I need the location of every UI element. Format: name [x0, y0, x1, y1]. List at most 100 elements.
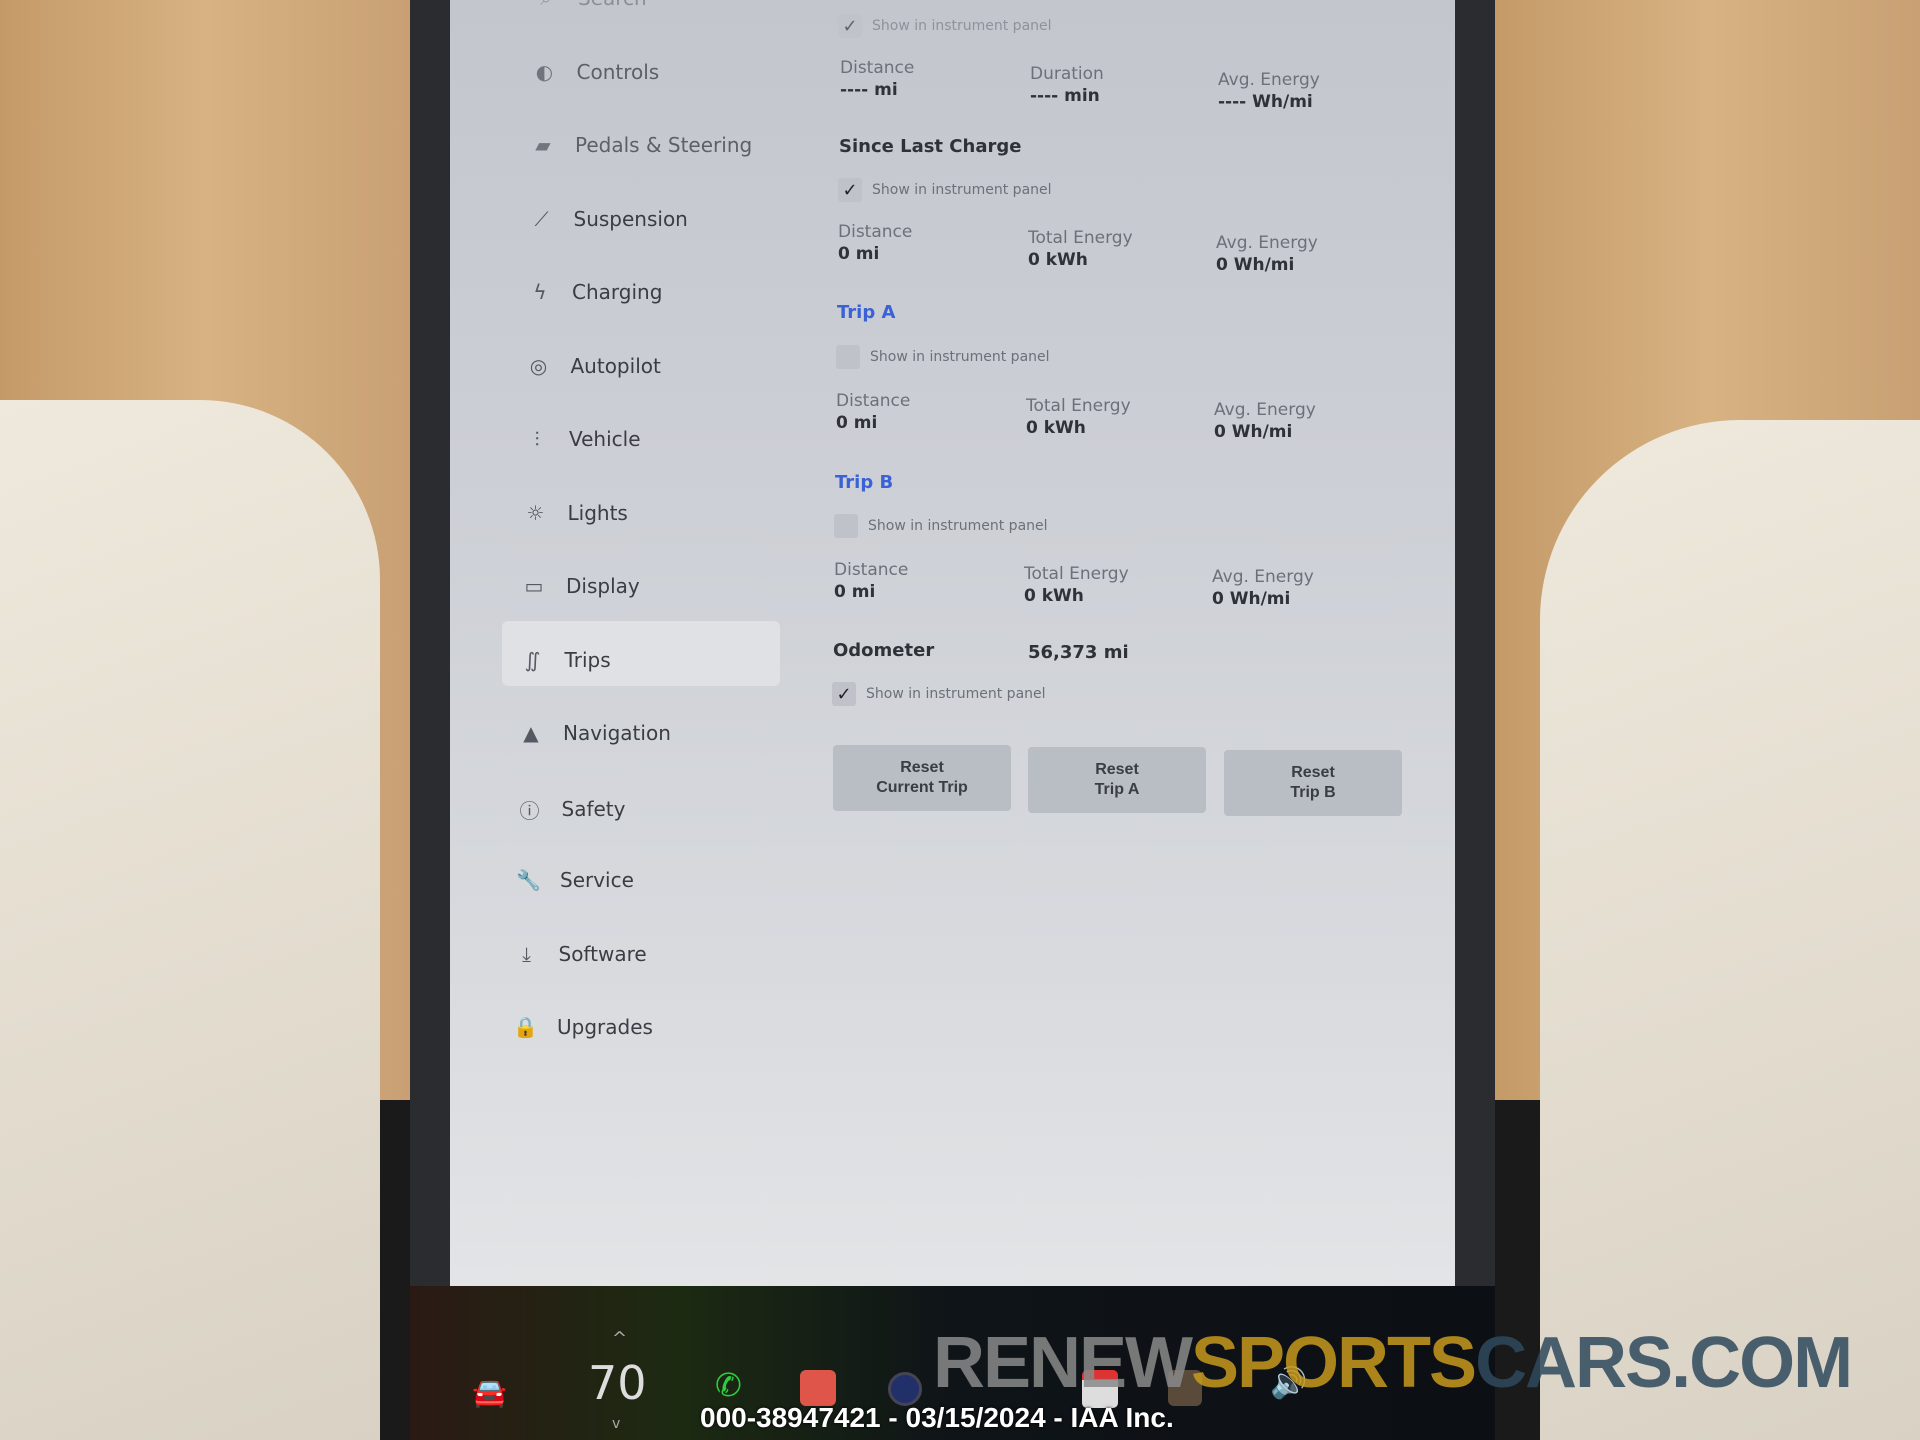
info-circle-icon: ⓘ [519, 798, 540, 823]
reset-trip-b-button[interactable]: Reset Trip B [1224, 750, 1402, 816]
lock-icon: 🔒 [513, 1015, 538, 1039]
sidebar-item-controls[interactable]: ◐ Controls [533, 60, 659, 84]
button-label: Current Trip [876, 779, 968, 796]
sidebar-item-label: Navigation [563, 721, 671, 745]
sliders-icon: ⫶ [534, 427, 540, 451]
checkbox-label: Show in instrument panel [866, 686, 1046, 702]
label: Total Energy [1024, 564, 1129, 584]
checkbox-label: Show in instrument panel [872, 182, 1052, 198]
sidebar-item-label: Autopilot [570, 353, 661, 378]
wrench-icon: 🔧 [516, 868, 541, 892]
sidebar-item-label: Service [560, 868, 634, 892]
search-icon: ⌕ [534, 0, 558, 10]
caption-text: 000-38947421 - 03/15/2024 - IAA Inc. [700, 1402, 1174, 1433]
trip-a-show-checkbox[interactable]: Show in instrument panel [836, 345, 1050, 369]
trip-b-energy: 0 kWh [1024, 586, 1084, 606]
label: Duration [1030, 64, 1104, 84]
check-icon: ✓ [838, 178, 862, 202]
slc-energy: 0 kWh [1028, 250, 1088, 270]
odometer-value: 56,373 mi [1028, 642, 1129, 663]
sidebar-item-autopilot[interactable]: ◎ Autopilot [527, 354, 661, 378]
sidebar-item-safety[interactable]: ⓘ Safety [518, 795, 626, 824]
voice-icon[interactable] [800, 1370, 836, 1406]
label: Avg. Energy [1212, 567, 1314, 587]
checkbox-label: Show in instrument panel [868, 518, 1048, 534]
sidebar-item-label: Charging [572, 280, 663, 304]
button-label: Reset [900, 759, 944, 776]
button-label: Trip B [1290, 784, 1336, 801]
touchscreen: ⌕ Search ◐ Controls ▰ Pedals & Steering ⟋ Suspe… [450, 0, 1455, 1286]
sidebar-item-label: Trips [564, 647, 611, 672]
display-icon: ▭ [524, 574, 544, 598]
trip-a-avg: 0 Wh/mi [1214, 422, 1293, 442]
sidebar-item-software[interactable]: ⤓ Software [515, 942, 647, 966]
watermark-part: RENEW [933, 1323, 1193, 1403]
odometer-show-checkbox[interactable]: ✓ Show in instrument panel [832, 682, 1046, 706]
checkbox-label: Show in instrument panel [870, 349, 1050, 365]
watermark-logo: RENEWSPORTSCARS.COM [933, 1322, 1853, 1404]
label: Distance [836, 391, 911, 411]
button-label: Reset [1095, 761, 1139, 778]
reset-current-trip-button[interactable]: Reset Current Trip [833, 745, 1011, 811]
trip-a-distance: 0 mi [836, 413, 878, 433]
sidebar-item-label: Safety [561, 797, 626, 821]
label: Total Energy [1026, 396, 1131, 416]
sidebar-item-upgrades[interactable]: 🔒 Upgrades [513, 1015, 653, 1039]
checkbox-box [834, 514, 858, 538]
button-label: Trip A [1094, 781, 1140, 798]
sidebar-item-label: Suspension [573, 206, 688, 231]
current-duration: ---- min [1030, 86, 1100, 106]
trip-a-energy: 0 kWh [1026, 418, 1086, 438]
seat-right [1540, 420, 1920, 1440]
odometer-label: Odometer [833, 640, 935, 661]
current-distance: ---- mi [840, 80, 898, 100]
sidebar-item-trips[interactable]: ∬ Trips [521, 648, 611, 672]
label: Avg. Energy [1216, 233, 1318, 253]
sidebar-item-search[interactable]: ⌕ Search [534, 0, 647, 10]
car-icon: ▰ [535, 133, 551, 157]
check-icon: ✓ [838, 14, 862, 38]
label: Distance [838, 222, 913, 242]
label: Avg. Energy [1218, 70, 1320, 90]
sun-icon: ☼ [526, 500, 545, 525]
temp-down-button[interactable]: v [612, 1416, 620, 1432]
navigation-arrow-icon: ▲ [523, 721, 539, 745]
check-icon: ✓ [832, 682, 856, 706]
current-trip-show-checkbox[interactable]: ✓ Show in instrument panel [838, 14, 1052, 38]
sidebar-item-label: Search [578, 0, 647, 10]
sidebar-item-label: Vehicle [569, 427, 641, 451]
current-avg-energy: ---- Wh/mi [1218, 92, 1313, 112]
download-icon: ⤓ [522, 941, 531, 966]
seat-left [0, 400, 380, 1440]
sidebar-item-label: Pedals & Steering [575, 133, 753, 157]
sidebar-item-label: Software [558, 941, 647, 966]
phone-icon[interactable]: ✆ [715, 1366, 742, 1404]
since-last-charge-title: Since Last Charge [839, 136, 1022, 157]
trip-b-show-checkbox[interactable]: Show in instrument panel [834, 514, 1048, 538]
sidebar-item-suspension[interactable]: ⟋ Suspension [530, 207, 688, 231]
sidebar-item-vehicle[interactable]: ⫶ Vehicle [525, 427, 641, 451]
trip-b-title: Trip B [835, 472, 894, 493]
suspension-icon: ⟋ [534, 206, 549, 231]
sidebar-item-lights[interactable]: ☼ Lights [524, 501, 628, 525]
checkbox-box [836, 345, 860, 369]
reset-trip-a-button[interactable]: Reset Trip A [1028, 747, 1206, 813]
slc-distance: 0 mi [838, 244, 880, 264]
checkbox-label: Show in instrument panel [872, 18, 1052, 34]
sidebar-item-pedals-steering[interactable]: ▰ Pedals & Steering [531, 133, 752, 157]
bolt-icon: ϟ [533, 280, 547, 304]
steering-wheel-icon: ◎ [529, 353, 548, 378]
sidebar-item-display[interactable]: ▭ Display [522, 574, 640, 598]
label: Distance [834, 560, 909, 580]
temperature-display: 70 [588, 1356, 647, 1410]
sidebar-item-charging[interactable]: ϟ Charging [528, 280, 662, 304]
sidebar-item-navigation[interactable]: ▲ Navigation [519, 721, 671, 745]
sidebar-item-service[interactable]: 🔧 Service [516, 868, 634, 892]
car-icon[interactable]: 🚘 [472, 1376, 507, 1409]
label: Distance [840, 58, 915, 78]
camera-icon[interactable] [888, 1372, 922, 1406]
label: Avg. Energy [1214, 400, 1316, 420]
temp-up-button[interactable]: ^ [612, 1328, 627, 1349]
trip-b-distance: 0 mi [834, 582, 876, 602]
since-last-charge-show-checkbox[interactable]: ✓ Show in instrument panel [838, 178, 1052, 202]
